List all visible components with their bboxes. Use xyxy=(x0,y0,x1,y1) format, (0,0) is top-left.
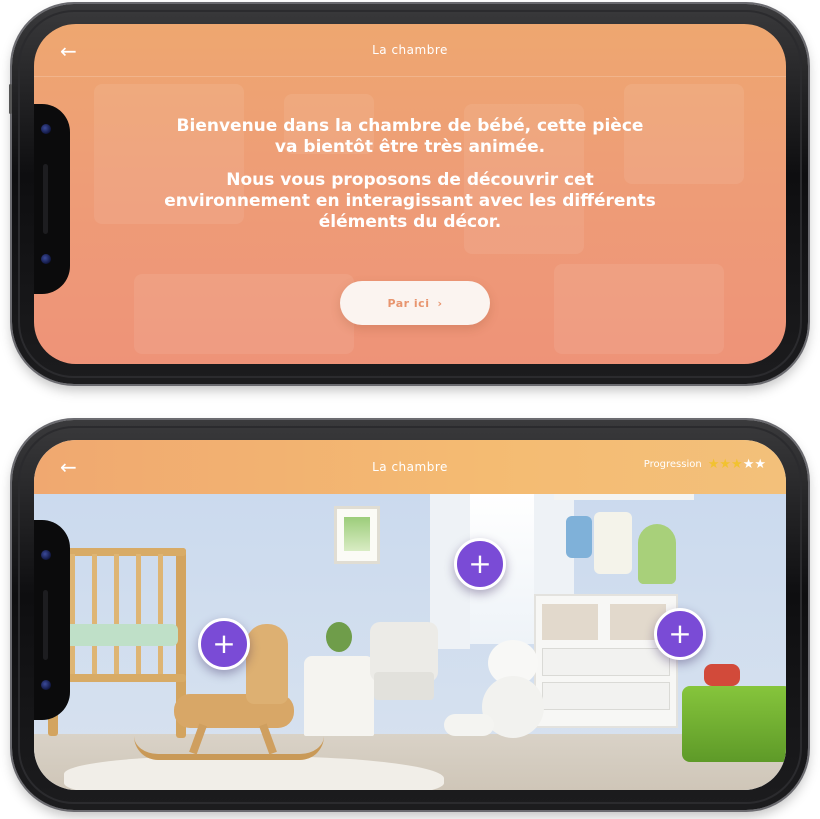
plus-icon: + xyxy=(468,547,492,580)
star-empty-icon: ★ xyxy=(754,457,766,472)
hotspot-crib-button[interactable]: + xyxy=(198,618,250,670)
progress-stars: ★ ★ ★ ★ ★ xyxy=(708,458,766,471)
plus-icon: + xyxy=(212,627,236,660)
toy-on-pouf xyxy=(704,664,740,686)
green-pouf xyxy=(682,686,786,762)
welcome-paragraph-1: Bienvenue dans la chambre de bébé, cette… xyxy=(176,116,644,157)
star-filled-icon: ★ xyxy=(719,457,732,472)
star-filled-icon: ★ xyxy=(707,457,720,472)
star-filled-icon: ★ xyxy=(731,457,743,472)
progression-indicator: Progression ★ ★ ★ ★ ★ xyxy=(644,458,766,471)
back-arrow-icon[interactable]: ← xyxy=(60,456,82,478)
teddy-bear xyxy=(444,640,548,740)
hanging-shirt xyxy=(594,512,632,574)
screen-title: La chambre xyxy=(372,460,448,474)
armchair xyxy=(370,622,438,712)
hanging-bodysuit-blue xyxy=(566,516,592,558)
dresser xyxy=(534,594,678,728)
plus-icon: + xyxy=(668,617,692,650)
back-arrow-icon[interactable]: ← xyxy=(60,40,82,62)
device-notch xyxy=(34,104,70,294)
wall-picture xyxy=(334,506,380,564)
chevron-right-icon: › xyxy=(437,296,443,310)
welcome-paragraph-2: Nous vous proposons de découvrir cet env… xyxy=(164,170,656,232)
par-ici-label: Par ici xyxy=(387,296,430,310)
nursery-room-scene: + + + xyxy=(34,494,786,790)
top-nav-bar: ← La chambre xyxy=(34,24,786,77)
device-notch xyxy=(34,520,70,720)
progression-label: Progression xyxy=(643,459,702,470)
welcome-message: Bienvenue dans la chambre de bébé, cette… xyxy=(164,116,656,245)
hotspot-window-button[interactable]: + xyxy=(454,538,506,590)
star-empty-icon: ★ xyxy=(742,457,755,472)
screen-title: La chambre xyxy=(372,43,448,57)
welcome-screen: ← La chambre Bienvenue dans la chambre d… xyxy=(34,24,786,364)
wall-shelf xyxy=(554,494,694,500)
hanging-bunny-decor xyxy=(638,524,676,584)
phone-frame-bottom: + + + ← La chambre Progression ★ ★ ★ ★ ★ xyxy=(12,420,808,810)
phone-frame-top: ← La chambre Bienvenue dans la chambre d… xyxy=(9,4,808,384)
par-ici-button[interactable]: Par ici › xyxy=(340,281,490,325)
top-nav-bar: ← La chambre Progression ★ ★ ★ ★ ★ xyxy=(34,440,786,494)
room-screen: + + + ← La chambre Progression ★ ★ ★ ★ ★ xyxy=(34,440,786,790)
hotspot-dresser-button[interactable]: + xyxy=(654,608,706,660)
volume-button xyxy=(9,84,12,114)
